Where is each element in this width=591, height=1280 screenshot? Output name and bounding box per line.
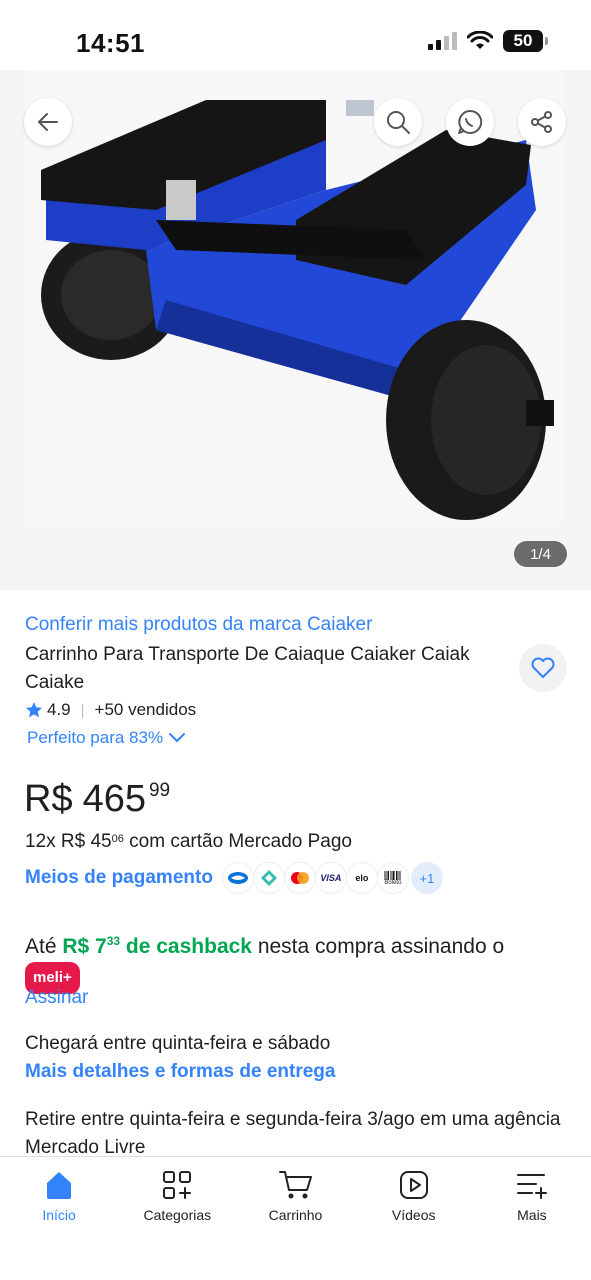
share-button[interactable]: [518, 98, 566, 146]
installments-suffix: com cartão Mercado Pago: [123, 831, 352, 852]
cashback-info: Até R$ 733 de cashback nesta compra assi…: [25, 926, 545, 994]
nav-item-videos[interactable]: Vídeos: [355, 1157, 473, 1280]
brand-link[interactable]: Conferir mais produtos da marca Caiaker: [25, 614, 372, 636]
categories-icon: [163, 1171, 192, 1199]
whatsapp-icon: [458, 109, 483, 134]
delivery-estimate: Chegará entre quinta-feira e sábado: [25, 1033, 331, 1054]
cashback-label: de cashback: [120, 935, 252, 958]
star-icon: [26, 702, 42, 718]
price: R$ 465 99: [24, 776, 170, 822]
installments-cents: 06: [111, 833, 124, 845]
nav-label: Início: [42, 1207, 76, 1223]
product-title: Carrinho Para Transporte De Caiaque Caia…: [25, 644, 470, 693]
mastercard-icon: [283, 862, 316, 894]
menu-plus-icon: [516, 1174, 547, 1199]
nav-label: Categorias: [143, 1207, 212, 1223]
price-cents: 99: [148, 780, 171, 801]
status-icons: 50: [427, 30, 548, 52]
cashback-suffix: nesta compra assinando o: [251, 935, 510, 958]
nav-label: Carrinho: [268, 1207, 323, 1223]
delivery-details-link[interactable]: Mais detalhes e formas de entrega: [25, 1061, 335, 1083]
status-bar: 14:51 50: [0, 0, 591, 70]
cashback-amount-cents: 33: [106, 934, 121, 948]
elo-icon: elo: [345, 862, 378, 894]
installments: 12x R$ 45 06 com cartão Mercado Pago: [25, 831, 352, 853]
product-gallery[interactable]: 1/4: [0, 70, 591, 590]
rating-score: 4.9: [47, 700, 71, 719]
sold-count: +50 vendidos: [94, 700, 197, 719]
fit-label: Perfeito para 83%: [27, 728, 164, 747]
arrow-left-icon: [38, 113, 58, 131]
installments-prefix: 12x R$ 45: [25, 831, 112, 852]
boleto-icon: Boleto: [376, 862, 409, 894]
battery-icon: 50: [503, 30, 548, 52]
nav-label: Mais: [517, 1207, 547, 1223]
nav-item-carrinho[interactable]: Carrinho: [236, 1157, 354, 1280]
mercado-pago-icon: [221, 862, 254, 894]
back-button[interactable]: [24, 98, 72, 146]
fit-selector[interactable]: Perfeito para 83%: [27, 728, 186, 748]
more-payment-methods[interactable]: +1: [410, 862, 443, 894]
nav-item-categorias[interactable]: Categorias: [118, 1157, 236, 1280]
image-pager: 1/4: [514, 541, 567, 567]
rating-row[interactable]: 4.9 | +50 vendidos: [25, 700, 196, 720]
status-time: 14:51: [76, 28, 145, 58]
chevron-down-icon: [169, 733, 186, 742]
pix-icon: [252, 862, 285, 894]
home-icon: [47, 1172, 72, 1199]
search-button[interactable]: [374, 98, 422, 146]
cashback-amount-value: R$ 7: [62, 935, 107, 958]
subscribe-link[interactable]: Assinar: [25, 987, 88, 1009]
boleto-label: Boleto: [384, 879, 402, 886]
heart-icon: [531, 657, 555, 678]
bottom-nav: Início Categorias Carrinho Vídeos Mais: [0, 1156, 591, 1280]
share-icon: [531, 111, 552, 133]
payment-methods-link[interactable]: Meios de pagamento: [25, 867, 213, 889]
favorite-button[interactable]: [519, 644, 567, 692]
nav-item-inicio[interactable]: Início: [0, 1157, 118, 1280]
video-icon: [399, 1171, 428, 1199]
nav-label: Vídeos: [391, 1207, 436, 1223]
nav-item-mais[interactable]: Mais: [473, 1157, 591, 1280]
search-icon: [387, 111, 410, 134]
signal-icon: [428, 32, 457, 50]
cashback-prefix: Até: [25, 935, 63, 958]
cashback-amount: R$ 733 de cashback: [62, 934, 252, 958]
rating-divider: |: [80, 701, 85, 719]
pickup-info: Retire entre quinta-feira e segunda-feir…: [25, 1109, 561, 1158]
cart-icon: [278, 1171, 312, 1199]
whatsapp-share-button[interactable]: [446, 98, 494, 146]
visa-icon: VISA: [314, 862, 347, 894]
payment-methods-row[interactable]: Meios de pagamento VISA elo Boleto +1: [25, 862, 443, 894]
wifi-icon: [467, 31, 493, 49]
price-integer: 465: [82, 778, 146, 820]
price-currency: R$: [24, 778, 73, 820]
